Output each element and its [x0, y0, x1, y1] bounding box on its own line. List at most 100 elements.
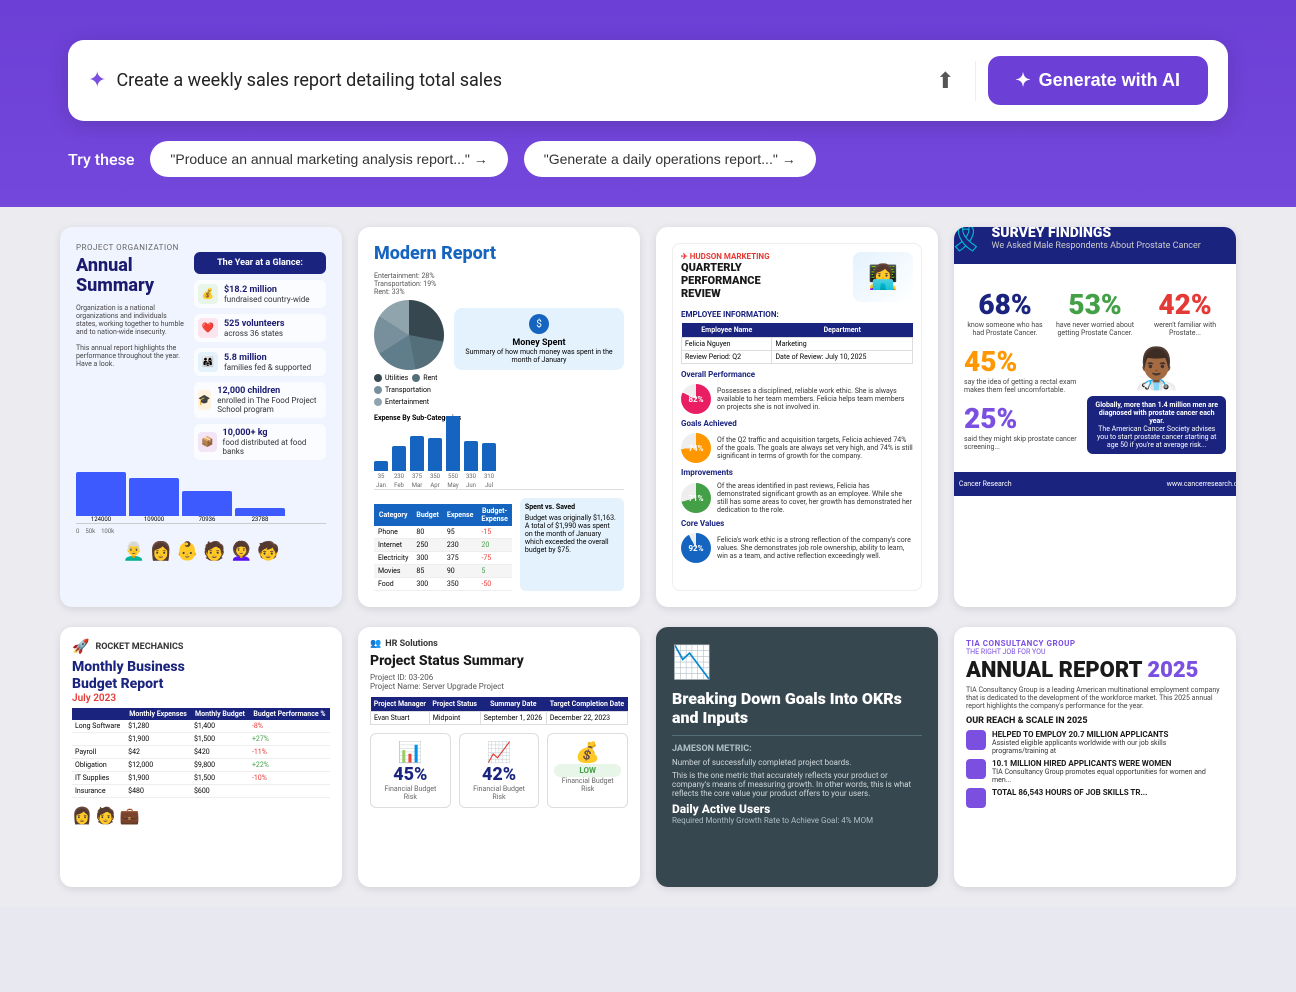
card8-title-block: ANNUAL REPORT 2025	[966, 660, 1224, 682]
card2-money-desc: Summary of how much money was spent in t…	[460, 348, 618, 364]
card6-brand: 👥 HR Solutions	[370, 639, 628, 649]
card4-lower-section: 45% say the idea of getting a rectal exa…	[964, 345, 1226, 454]
reach-icon-1	[966, 730, 986, 750]
card4-header: 🎗 SURVEY FINDINGS We Asked Male Responde…	[954, 227, 1236, 264]
card1-label: Project Organization	[76, 243, 326, 252]
card4-footer-url: www.cancerresearch.org	[1167, 480, 1236, 488]
card6-table: Project ManagerProject StatusSummary Dat…	[370, 697, 628, 725]
chart-icon-2: 📈	[466, 740, 533, 764]
card4-footer: 🎗 Cancer Research www.cancerresearch.org	[954, 472, 1236, 496]
card7-inner: 📉 Breaking Down Goals Into OKRs and Inpu…	[656, 627, 938, 887]
card4-stat-45: 45% say the idea of getting a rectal exa…	[964, 345, 1079, 451]
generate-sparkle-icon: ✦	[1016, 70, 1031, 91]
card2-saved-label: Spent vs. Saved	[525, 503, 619, 511]
search-input-area: ✦ Create a weekly sales report detailing…	[88, 68, 916, 93]
card3-core-values-label: Core Values	[681, 519, 913, 528]
card5-table: Monthly ExpensesMonthly BudgetBudget Per…	[72, 708, 330, 798]
card8-title: ANNUAL REPORT 2025	[966, 658, 1198, 683]
card5-header: 🚀 ROCKET MECHANICS	[72, 639, 330, 655]
okr-chart-icon: 📉	[672, 643, 922, 681]
card1-scale: 0 50k 100k	[76, 528, 326, 535]
card7-metric-text: This is the one metric that accurately r…	[672, 771, 922, 798]
card4-title: SURVEY FINDINGS	[992, 227, 1201, 241]
card7-divider	[672, 735, 922, 736]
card-modern-report[interactable]: Modern Report Entertainment: 28% Transpo…	[358, 227, 640, 607]
card8-brand-sub: THE RIGHT JOB FOR YOU	[966, 648, 1224, 656]
card6-metric-3: 💰 LOW Financial Budget Risk	[547, 733, 628, 808]
card7-dau-desc: Required Monthly Growth Rate to Achieve …	[672, 816, 922, 825]
card8-item-1: HELPED TO EMPLOY 20.7 MILLION APPLICANTS…	[966, 730, 1224, 755]
card3-logo: ✈ HUDSON MARKETING QUARTERLYPERFORMANCER…	[681, 252, 770, 301]
card3-core-values-metric: 92% Felicia's work ethic is a strong ref…	[681, 533, 913, 563]
card4-stats: 68% know someone who has had Prostate Ca…	[954, 272, 1236, 464]
card7-metric-desc: Number of successfully completed project…	[672, 758, 922, 767]
card-survey-findings[interactable]: 🎗 SURVEY FINDINGS We Asked Male Responde…	[954, 227, 1236, 607]
card4-footer-logo: Cancer Research	[959, 480, 1012, 488]
card-project-status[interactable]: 👥 HR Solutions Project Status Summary Pr…	[358, 627, 640, 887]
sparkle-icon: ✦	[88, 68, 106, 93]
card5-brand: ROCKET MECHANICS	[95, 642, 183, 652]
card6-metrics: 📊 45% Financial Budget Risk 📈 42% Financ…	[370, 733, 628, 808]
card6-inner: 👥 HR Solutions Project Status Summary Pr…	[358, 627, 640, 887]
card6-title: Project Status Summary	[370, 653, 628, 669]
card2-pie-area: Entertainment: 28% Transportation: 19% R…	[374, 272, 624, 406]
card1-desc2: This annual report highlights the perfor…	[76, 344, 186, 368]
card3-improvements-metric: 71% Of the areas identified in past revi…	[681, 482, 913, 514]
card2-pie-chart	[374, 300, 444, 370]
card8-desc: TIA Consultancy Group is a leading Ameri…	[966, 686, 1224, 710]
card3-goals-metric: 74% Of the Q2 traffic and acquisition ta…	[681, 433, 913, 463]
card-annual-2025[interactable]: TIA CONSULTANCY GROUP THE RIGHT JOB FOR …	[954, 627, 1236, 887]
card5-date: July 2023	[72, 693, 330, 704]
card2-pie-labels: Entertainment: 28% Transportation: 19% R…	[374, 272, 444, 296]
card4-stat-row-1: 68% know someone who has had Prostate Ca…	[964, 288, 1226, 337]
card6-id: Project ID: 03-206	[370, 673, 628, 682]
card2-table-wrap: CategoryBudgetExpenseBudget-Expense Phon…	[374, 498, 512, 591]
cancer-research-icon: 🎗	[954, 480, 955, 488]
card2-money-box: $ Money Spent Summary of how much money …	[454, 308, 624, 370]
gallery-row-2: 🚀 ROCKET MECHANICS Monthly BusinessBudge…	[20, 627, 1276, 907]
suggestion-2[interactable]: "Generate a daily operations report..." …	[524, 141, 816, 177]
card3-improvements-label: Improvements	[681, 468, 913, 477]
suggestion-1[interactable]: "Produce an annual marketing analysis re…	[150, 141, 507, 177]
chart-icon-3: 💰	[554, 740, 621, 764]
card8-item-3: TOTAL 86,543 HOURS OF JOB SKILLS TR...	[966, 788, 1224, 808]
card3-goals-label: Goals Achieved	[681, 419, 913, 428]
card5-people-illus: 👩 🧑 💼	[72, 806, 330, 825]
card5-inner: 🚀 ROCKET MECHANICS Monthly BusinessBudge…	[60, 627, 342, 887]
card-annual-summary[interactable]: Project Organization AnnualSummary Organ…	[60, 227, 342, 607]
card2-tables-row: CategoryBudgetExpenseBudget-Expense Phon…	[374, 498, 624, 591]
card-okr[interactable]: 📉 Breaking Down Goals Into OKRs and Inpu…	[656, 627, 938, 887]
card5-title: Monthly BusinessBudget Report	[72, 659, 330, 693]
generate-label: Generate with AI	[1039, 70, 1180, 91]
card-monthly-budget[interactable]: 🚀 ROCKET MECHANICS Monthly BusinessBudge…	[60, 627, 342, 887]
card2-expense-label: Expense By Sub-Categories	[374, 414, 624, 422]
search-container: ✦ Create a weekly sales report detailing…	[68, 40, 1228, 121]
card8-reach-title: OUR REACH & SCALE IN 2025	[966, 716, 1224, 726]
card3-emp-table: Employee NameDepartment Felicia NguyenMa…	[681, 323, 913, 364]
ribbon-icon: 🎗	[954, 227, 984, 254]
card7-metric-title: JAMESON METRIC:	[672, 744, 922, 754]
card1-desc: Organization is a national organizations…	[76, 304, 186, 336]
card3-illustration: 👩‍💻	[853, 252, 913, 302]
search-text: Create a weekly sales report detailing t…	[116, 70, 916, 91]
card4-doctor-illus: 👨🏾‍⚕️ Globally, more than 1.4 million me…	[1087, 345, 1226, 454]
card2-title: Modern Report	[374, 243, 624, 264]
card3-overall-label: Overall Performance	[681, 370, 913, 379]
card8-brand: TIA CONSULTANCY GROUP	[966, 639, 1224, 648]
card-performance-review[interactable]: ✈ HUDSON MARKETING QUARTERLYPERFORMANCER…	[656, 227, 938, 607]
rocket-icon: 🚀	[72, 639, 89, 655]
card1-people: 👨‍🦳 👩 👶 🧑 👩‍🦱 🧒	[76, 541, 326, 562]
card6-name: Project Name: Server Upgrade Project	[370, 682, 628, 691]
generate-button[interactable]: ✦ Generate with AI	[988, 56, 1208, 105]
try-these-label: Try these	[68, 150, 134, 169]
card6-brand-text: HR Solutions	[385, 639, 438, 649]
upload-button[interactable]: ⬆	[928, 64, 962, 98]
card3-inner: ✈ HUDSON MARKETING QUARTERLYPERFORMANCER…	[672, 243, 922, 591]
card3-emp-label: EMPLOYEE INFORMATION:	[681, 310, 913, 319]
card2-barchart: 35Jan 230Feb 375Mar 350Apr 550May 330Jun…	[374, 430, 624, 490]
card2-money-label: Money Spent	[460, 338, 618, 348]
card3-header: ✈ HUDSON MARKETING QUARTERLYPERFORMANCER…	[681, 252, 913, 302]
suggestions-row: Try these "Produce an annual marketing a…	[68, 141, 1228, 177]
card7-dau-title: Daily Active Users	[672, 802, 922, 816]
card2-spent-saved: Spent vs. Saved Budget was originally $1…	[520, 498, 624, 591]
